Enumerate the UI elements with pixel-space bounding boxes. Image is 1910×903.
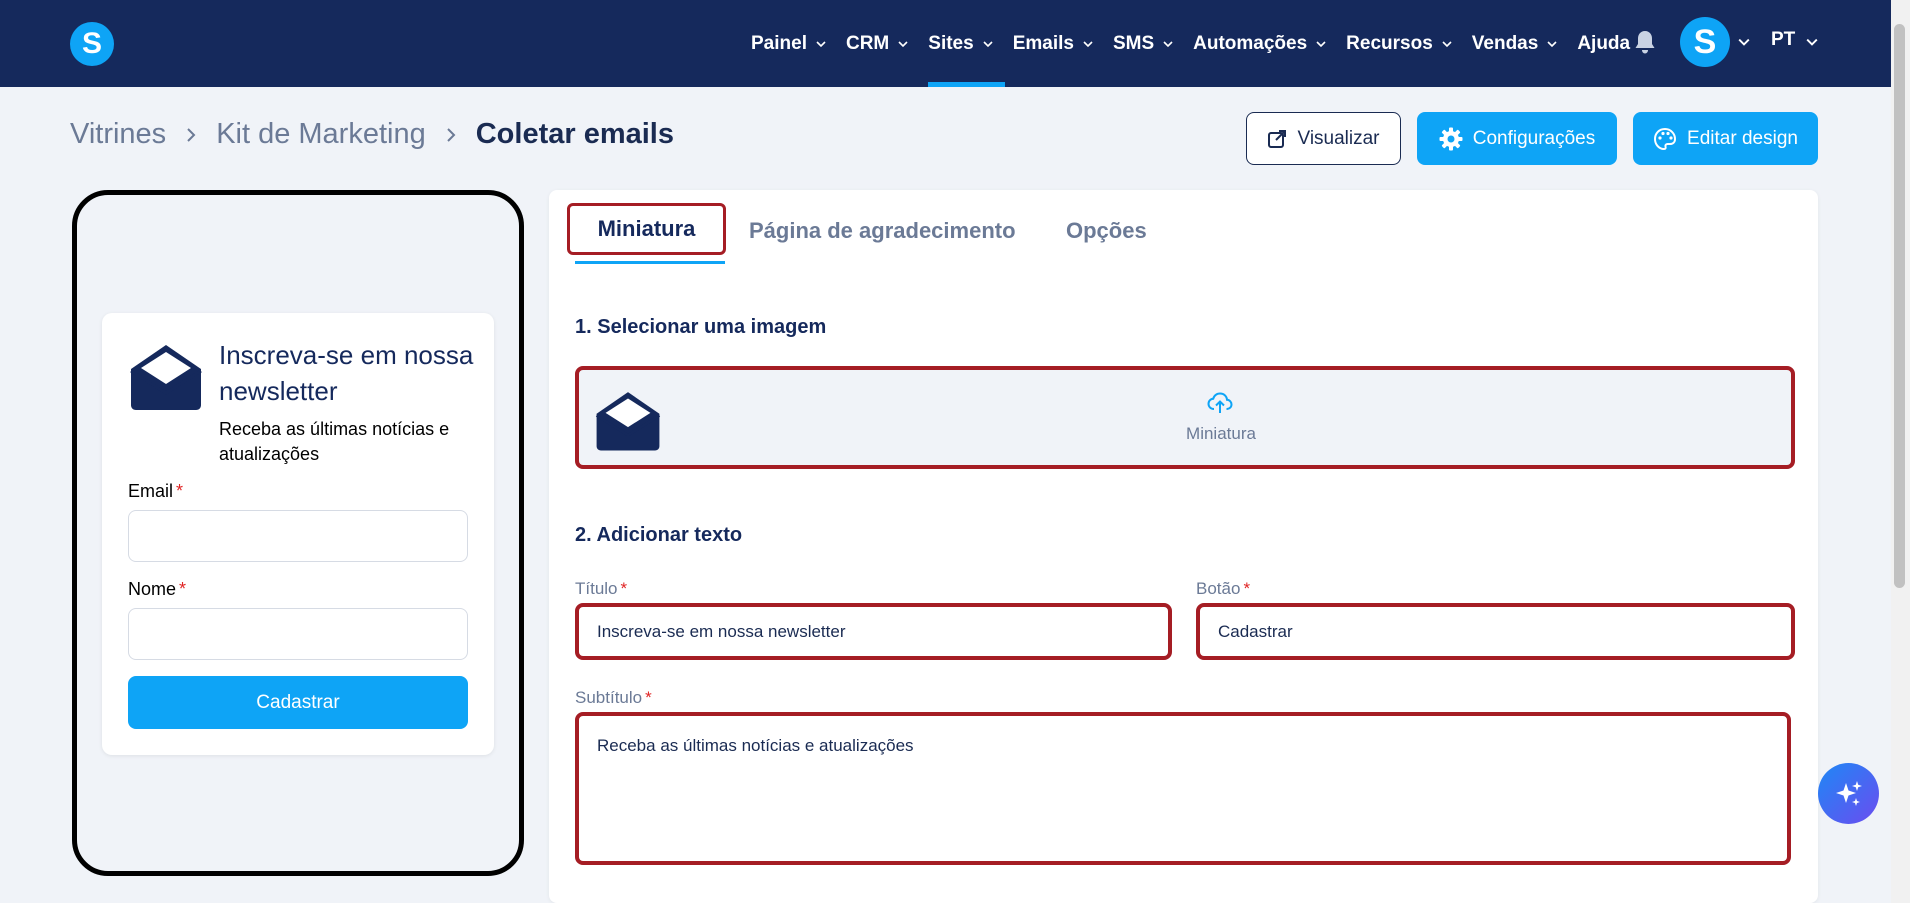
subtitle-textarea[interactable]: Receba as últimas notícias e atualizaçõe… [575,712,1791,865]
active-tab-indicator [575,261,725,264]
avatar-letter: S [1693,22,1717,61]
brand-logo[interactable]: S [70,22,114,66]
tab-miniatura[interactable]: Miniatura [567,203,726,255]
preview-name-input[interactable] [128,608,468,660]
palette-icon [1654,127,1677,150]
title-field-label: Título * [575,579,627,599]
name-label-text: Nome [128,579,177,599]
nav-item-emails[interactable]: Emails [1013,0,1093,87]
preview-button-label: Visualizar [1297,127,1380,149]
external-link-icon [1268,129,1287,148]
nav-item-ajuda[interactable]: Ajuda [1577,0,1630,87]
button-field-label: Botão * [1196,579,1250,599]
settings-button[interactable]: Configurações [1417,112,1617,165]
ai-assistant-button[interactable] [1818,763,1879,824]
breadcrumb-item-kit[interactable]: Kit de Marketing [216,118,426,151]
chevron-down-icon[interactable] [1806,36,1818,48]
required-mark: * [620,579,628,598]
brand-letter: S [81,27,102,60]
nav-item-recursos[interactable]: Recursos [1346,0,1452,87]
cloud-upload-icon [1207,392,1233,413]
nav-label: Emails [1012,32,1074,54]
chevron-down-icon [1083,40,1093,47]
chevron-down-icon [1442,40,1452,47]
button-text-input[interactable]: Cadastrar [1196,603,1795,660]
edit-design-button[interactable]: Editar design [1633,112,1818,165]
nav-item-sms[interactable]: SMS [1113,0,1173,87]
newsletter-preview-card: Inscreva-se em nossa newsletter Receba a… [102,313,494,755]
preview-email-label: Email * [128,481,183,502]
gear-icon [1439,127,1463,150]
title-input[interactable]: Inscreva-se em nossa newsletter [575,603,1172,660]
nav-label: Ajuda [1577,32,1631,54]
nav-item-vendas[interactable]: Vendas [1472,0,1558,87]
chevron-down-icon [816,40,826,47]
chevron-right-icon [447,127,456,142]
required-mark: * [179,579,187,599]
preview-name-label: Nome * [128,579,186,600]
chevron-down-icon [983,40,993,47]
envelope-open-icon [130,345,202,410]
section-select-image-title: 1. Selecionar uma imagem [575,316,827,338]
sparkles-icon [1835,780,1862,806]
preview-button[interactable]: Visualizar [1246,112,1401,165]
nav-label: Sites [928,32,974,54]
chevron-right-icon [187,127,196,142]
chevron-down-icon [1316,40,1326,47]
nav-label: SMS [1112,32,1155,54]
required-mark: * [176,481,184,501]
nav-label: Automações [1193,32,1308,54]
preview-title: Inscreva-se em nossa newsletter [219,340,474,406]
tab-pagina-de-agradecimento[interactable]: Página de agradecimento [749,218,1016,244]
top-navbar: S Painel CRM Sites Emails SMS Automações… [0,0,1891,87]
nav-label: Painel [751,32,807,54]
nav-item-sites[interactable]: Sites [928,0,1006,87]
nav-label: Vendas [1471,32,1539,54]
chevron-down-icon [1547,40,1557,47]
nav-label: Recursos [1346,32,1433,54]
title-label-text: Título [575,579,618,598]
tab-opcoes[interactable]: Opções [1066,218,1147,244]
preview-email-input[interactable] [128,510,468,562]
upload-label: Miniatura [1186,424,1256,443]
chevron-down-icon[interactable] [1738,36,1750,48]
user-avatar[interactable]: S [1680,17,1730,67]
language-selector[interactable]: PT [1771,29,1795,51]
button-label-text: Botão [1196,579,1241,598]
subtitle-label-text: Subtítulo [575,688,643,707]
chevron-down-icon [898,40,908,47]
edit-design-button-label: Editar design [1687,127,1798,149]
email-label-text: Email [128,481,174,501]
chevron-down-icon [1163,40,1173,47]
breadcrumb-item-vitrines[interactable]: Vitrines [70,118,166,151]
nav-item-crm[interactable]: CRM [846,0,908,87]
bell-icon[interactable] [1633,29,1657,55]
nav-label: CRM [845,32,890,54]
page-title: Coletar emails [475,118,674,150]
main-nav: Painel CRM Sites Emails SMS Automações R… [751,0,1648,87]
preview-submit-button[interactable]: Cadastrar [128,676,468,729]
nav-item-automacoes[interactable]: Automações [1193,0,1326,87]
section-add-text-title: 2. Adicionar texto [575,524,743,546]
required-mark: * [1243,579,1251,598]
breadcrumb: Vitrines Kit de Marketing Coletar emails [70,118,674,151]
settings-button-label: Configurações [1472,127,1596,149]
required-mark: * [645,688,652,707]
envelope-open-icon [595,392,661,451]
nav-item-painel[interactable]: Painel [751,0,826,87]
subtitle-field-label: Subtítulo * [575,688,652,708]
scrollbar-thumb[interactable] [1894,24,1905,588]
preview-subtitle: Receba as últimas notícias e atualizaçõe… [219,419,450,464]
image-upload-dropzone[interactable]: Miniatura [575,366,1795,469]
